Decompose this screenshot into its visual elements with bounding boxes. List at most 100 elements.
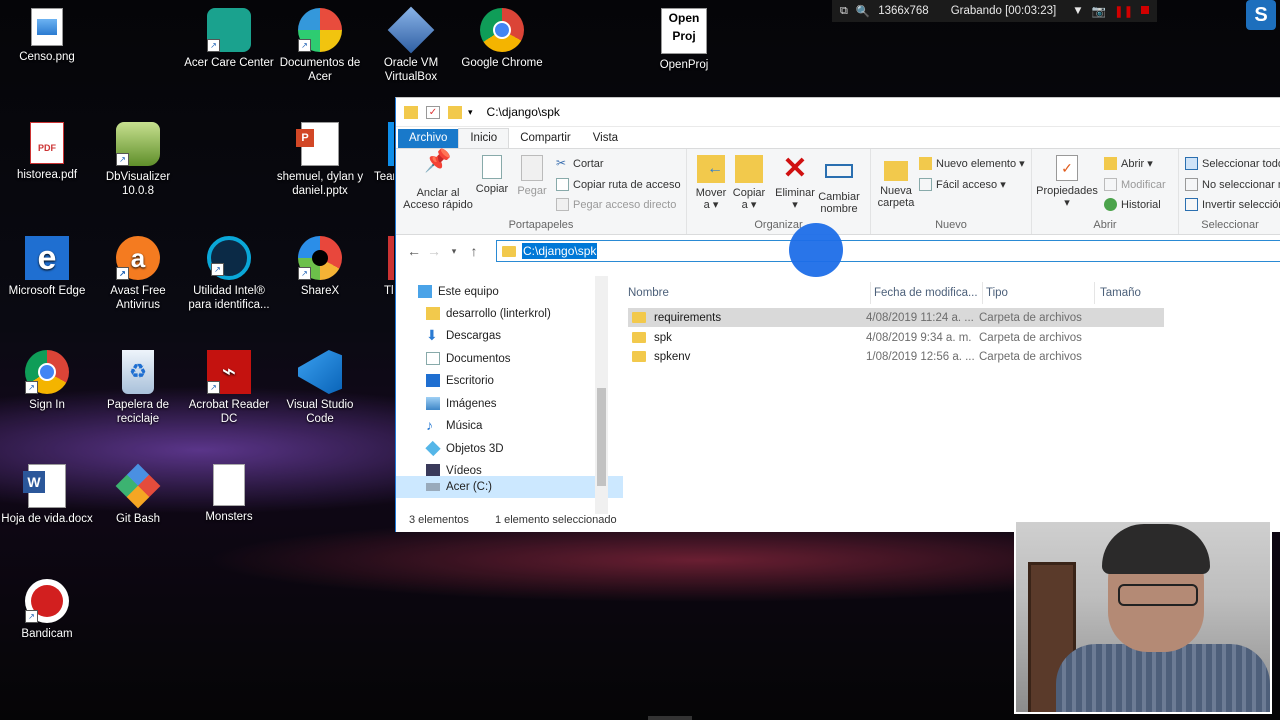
desktop-icon-acrobat[interactable]: ⌁ ↗ Acrobat Reader DC <box>183 350 275 426</box>
screen-app-icon[interactable]: S <box>1246 0 1276 30</box>
nav-item-escritorio[interactable]: Escritorio <box>426 374 494 387</box>
nav-item-este-equipo[interactable]: Este equipo <box>418 285 499 298</box>
back-arrow-icon[interactable]: ← <box>404 243 424 259</box>
dropdown-icon[interactable]: ▼ <box>1072 5 1083 17</box>
new-folder-button[interactable]: Nueva carpeta <box>875 155 917 209</box>
desktop-icon-vscode[interactable]: Visual Studio Code <box>274 350 366 426</box>
desktop-icon-censo[interactable]: Censo.png <box>1 8 93 64</box>
nav-item-documentos[interactable]: Documentos <box>426 352 511 365</box>
desktop-icon-acer-care[interactable]: ↗ Acer Care Center <box>183 8 275 70</box>
nav-item-objetos-3d[interactable]: Objetos 3D <box>425 440 504 457</box>
address-bar[interactable]: C:\django\spk <box>496 240 1280 262</box>
column-header-size[interactable]: Tamaño <box>1100 282 1180 304</box>
desktop-icon-partial[interactable]: Tl <box>360 236 394 298</box>
nav-item-acer-c[interactable]: Acer (C:) <box>396 476 623 498</box>
recent-locations-icon[interactable]: ▾ <box>444 246 464 257</box>
nav-item-imagenes[interactable]: Imágenes <box>426 397 497 410</box>
paste-button[interactable]: Pegar <box>514 155 550 197</box>
cut-button[interactable]: ✂ Cortar <box>556 157 604 170</box>
quick-access-dropdown-icon[interactable]: ▾ <box>468 107 473 118</box>
desktop-icon-recycle[interactable]: ♻ Papelera de reciclaje <box>92 350 184 426</box>
forward-arrow-icon[interactable]: → <box>424 243 444 259</box>
desktop-icon-label: Visual Studio Code <box>286 399 354 425</box>
properties-button[interactable]: ✓ Propiedades ▾ <box>1036 155 1098 209</box>
column-header-type[interactable]: Tipo <box>986 282 1095 304</box>
properties-check-icon[interactable]: ✓ <box>426 105 440 119</box>
webcam-person-shirt <box>1056 644 1270 712</box>
window-icon[interactable]: ⧉ <box>840 5 848 18</box>
tab-archivo[interactable]: Archivo <box>398 129 459 148</box>
new-item-button[interactable]: Nuevo elemento ▾ <box>919 157 1025 170</box>
desktop-icon-acer-docs[interactable]: ↗ Documentos de Acer <box>274 8 366 84</box>
open-folder-icon <box>1104 157 1117 170</box>
desktop-icon-gitbash[interactable]: Git Bash <box>92 463 184 526</box>
file-row[interactable]: spk 4/08/2019 9:34 a. m. Carpeta de arch… <box>628 328 1164 347</box>
desktop-icon-monsters[interactable]: Monsters <box>183 464 275 524</box>
recording-resolution: 1366x768 <box>878 5 929 17</box>
chrome-icon <box>480 8 524 52</box>
move-to-button[interactable]: ← Mover a ▾ <box>693 155 729 211</box>
file-row[interactable]: spkenv 1/08/2019 12:56 a. ... Carpeta de… <box>628 347 1164 366</box>
scrollbar-thumb[interactable] <box>597 388 606 486</box>
avast-icon: a ↗ <box>116 236 160 280</box>
group-title: Nuevo <box>935 219 967 231</box>
group-title: Organizar <box>754 219 803 231</box>
desktop-icon-label: Git Bash <box>115 513 161 525</box>
stop-icon[interactable] <box>1141 5 1150 17</box>
desktop-icon-virtualbox[interactable]: Oracle VM VirtualBox <box>365 6 457 84</box>
rename-button[interactable]: Cambiar nombre <box>817 155 861 215</box>
column-header-date[interactable]: Fecha de modifica... <box>874 282 983 304</box>
desktop-icon-avast[interactable]: a ↗ Avast Free Antivirus <box>92 236 184 312</box>
open-button[interactable]: Abrir ▾ <box>1104 157 1153 170</box>
camera-icon[interactable]: 📷 <box>1092 4 1106 18</box>
new-folder-icon[interactable] <box>448 105 462 119</box>
desktop-icon-openproj[interactable]: Open Proj OpenProj <box>638 8 730 72</box>
file-row[interactable]: requirements 4/08/2019 11:24 a. ... Carp… <box>628 308 1164 327</box>
nav-item-musica[interactable]: ♪ Música <box>426 418 482 432</box>
sharex-icon: ↗ <box>298 236 342 280</box>
folder-icon <box>404 105 418 119</box>
desktop-icon-dbvisualizer[interactable]: ↗ DbVisualizer 10.0.8 <box>92 122 184 198</box>
folder-icon <box>632 312 646 323</box>
desktop-icon-sharex[interactable]: ↗ ShareX <box>274 236 366 298</box>
nav-item-desarrollo[interactable]: desarrollo (linterkrol) <box>426 307 551 320</box>
folder-icon <box>632 351 646 362</box>
desktop-icon-bandicam[interactable]: ↗ Bandicam <box>1 579 93 641</box>
desktop-icon-edge[interactable]: e Microsoft Edge <box>1 236 93 298</box>
tab-compartir[interactable]: Compartir <box>509 129 581 148</box>
desktop-icon-signin[interactable]: ↗ Sign In <box>1 350 93 412</box>
column-header-name[interactable]: Nombre <box>628 282 871 304</box>
copy-to-button[interactable]: Copiar a ▾ <box>731 155 767 211</box>
invert-selection-button[interactable]: Invertir selección <box>1185 198 1280 211</box>
desktop-icon-historea[interactable]: PDF historea.pdf <box>1 122 93 182</box>
file-date: 4/08/2019 11:24 a. ... <box>866 311 974 324</box>
select-all-button[interactable]: Seleccionar todo <box>1185 157 1280 170</box>
desktop-icon-word-doc[interactable]: W Hoja de vida.docx <box>1 464 93 526</box>
edit-icon <box>1104 178 1117 191</box>
pause-icon[interactable]: ❚❚ <box>1114 4 1133 18</box>
copy-button[interactable]: Copiar <box>474 155 510 195</box>
search-icon: 🔍 <box>855 6 871 18</box>
properties-icon: ✓ <box>1056 155 1078 181</box>
select-none-button[interactable]: No seleccionar ninguno <box>1185 178 1280 191</box>
desktop-icon-chrome[interactable]: Google Chrome <box>456 8 548 70</box>
tab-vista[interactable]: Vista <box>582 129 629 148</box>
desktop-icon-intel[interactable]: ↗ Utilidad Intel® para identifica... <box>183 236 275 312</box>
history-icon <box>1104 198 1117 211</box>
paste-shortcut-button[interactable]: Pegar acceso directo <box>556 198 676 211</box>
pin-quick-access-button[interactable]: 📌 Anclar al Acceso rápido <box>402 150 474 212</box>
delete-button[interactable]: ✕ Eliminar ▾ <box>775 154 815 212</box>
tab-inicio[interactable]: Inicio <box>458 128 510 148</box>
easy-access-icon <box>919 178 932 191</box>
nav-scrollbar[interactable] <box>595 276 608 514</box>
copy-icon <box>482 155 502 179</box>
copy-path-button[interactable]: Copiar ruta de acceso <box>556 178 681 191</box>
up-arrow-icon[interactable]: ↑ <box>464 243 484 259</box>
history-button[interactable]: Historial <box>1104 198 1161 211</box>
desktop-icon-pptx[interactable]: P shemuel, dylan y daniel.pptx <box>274 122 366 198</box>
easy-access-button[interactable]: Fácil acceso ▾ <box>919 178 1006 191</box>
desktop-icon-teamviewer[interactable]: Tear <box>360 122 394 184</box>
address-text[interactable]: C:\django\spk <box>522 243 598 259</box>
modify-button[interactable]: Modificar <box>1104 178 1166 191</box>
nav-item-descargas[interactable]: ⬇ Descargas <box>426 328 501 342</box>
